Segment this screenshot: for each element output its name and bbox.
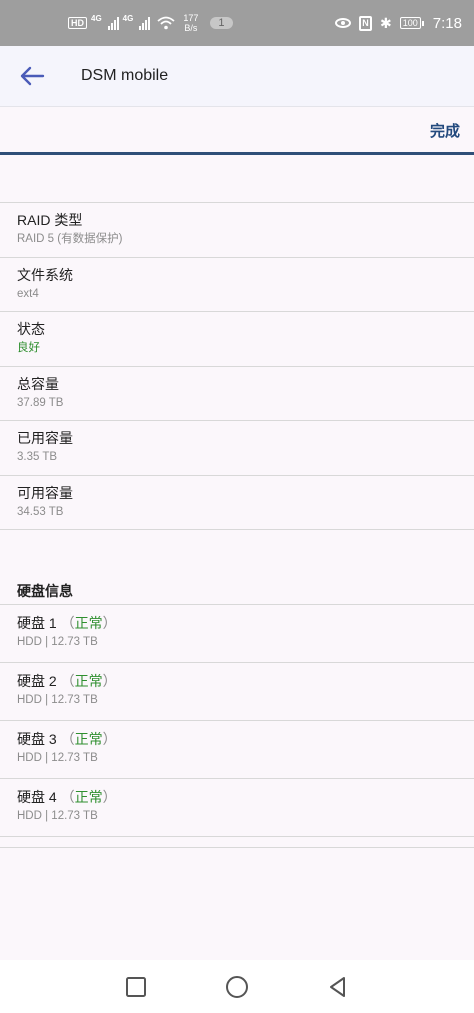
signal-icon-2: [139, 16, 151, 30]
triangle-back-icon: [330, 976, 346, 997]
disk-row-3[interactable]: 硬盘 3 （正常） HDD | 12.73 TB: [0, 721, 474, 779]
hd-icon: HD: [68, 17, 87, 29]
disk-list: 硬盘 1 （正常） HDD | 12.73 TB 硬盘 2 （正常） HDD |…: [0, 605, 474, 837]
disk-title: 硬盘 3 （正常）: [17, 729, 457, 749]
speed-value: 177: [183, 13, 199, 23]
paren-open: （: [60, 731, 75, 747]
info-value: 3.35 TB: [17, 451, 58, 463]
app-title: DSM mobile: [81, 67, 169, 84]
network-type-2: 4G: [122, 13, 134, 23]
info-label: 状态: [17, 321, 45, 337]
circle-icon: [225, 975, 248, 998]
paren-open: （: [60, 789, 75, 805]
disk-name: 硬盘 4: [17, 789, 57, 805]
info-row-status: 状态 良好: [0, 312, 474, 367]
battery-icon: 100: [399, 17, 424, 29]
disk-name: 硬盘 3: [17, 731, 57, 747]
done-toolbar: 完成: [0, 108, 474, 152]
status-left: HD 4G 4G 177 B/s 1: [68, 13, 233, 33]
disk-title: 硬盘 2 （正常）: [17, 671, 457, 691]
wifi-icon: [157, 16, 175, 30]
info-value: ext4: [17, 287, 39, 300]
arrow-left-icon: [20, 66, 45, 86]
info-label: 文件系统: [17, 266, 73, 283]
paren-close: ）: [102, 789, 117, 805]
nfc-icon: N: [359, 15, 373, 31]
disk-title: 硬盘 1 （正常）: [17, 613, 457, 633]
disk-status: 正常: [74, 673, 103, 689]
system-back-button[interactable]: [320, 969, 356, 1005]
info-value: 37.89 TB: [17, 396, 64, 409]
notification-count: 1: [210, 17, 233, 29]
info-row-used-capacity: 已用容量 3.35 TB: [0, 421, 474, 476]
volume-info-list: RAID 类型 RAID 5 (有数据保护) 文件系统 ext4 状态 良好 总…: [0, 202, 474, 530]
paren-close: ）: [102, 615, 117, 631]
status-value: 良好: [17, 342, 40, 354]
recents-button[interactable]: [118, 969, 154, 1005]
disk-row-4[interactable]: 硬盘 4 （正常） HDD | 12.73 TB: [0, 779, 474, 837]
section-title: 硬盘信息: [17, 583, 73, 599]
back-button[interactable]: [0, 46, 64, 107]
eye-icon: [335, 18, 352, 28]
disk-status: 正常: [74, 615, 103, 631]
bluetooth-icon: ✱: [380, 14, 392, 31]
paren-close: ）: [102, 731, 117, 747]
signal-icon: [107, 16, 119, 30]
app-bar: DSM mobile: [0, 46, 474, 107]
disk-name: 硬盘 2: [17, 673, 57, 689]
status-bar: HD 4G 4G 177 B/s 1 N ✱ 100 7:18: [0, 0, 474, 46]
info-row-total-capacity: 总容量 37.89 TB: [0, 366, 474, 421]
disk-detail: HDD | 12.73 TB: [17, 694, 98, 706]
status-right: N ✱ 100 7:18: [335, 15, 462, 32]
paren-close: ）: [102, 673, 117, 689]
info-row-filesystem: 文件系统 ext4: [0, 257, 474, 312]
disk-detail: HDD | 12.73 TB: [17, 810, 98, 822]
info-label: 可用容量: [17, 484, 73, 501]
top-spacer: [0, 155, 474, 202]
done-button[interactable]: 完成: [430, 120, 460, 141]
info-label: 总容量: [17, 375, 59, 392]
disk-row-1[interactable]: 硬盘 1 （正常） HDD | 12.73 TB: [0, 605, 474, 663]
disk-row-2[interactable]: 硬盘 2 （正常） HDD | 12.73 TB: [0, 663, 474, 721]
info-row-available-capacity: 可用容量 34.53 TB: [0, 475, 474, 530]
disk-section-header: 硬盘信息: [0, 530, 474, 605]
info-label: RAID 类型: [17, 212, 83, 228]
info-row-raid-type: RAID 类型 RAID 5 (有数据保护): [0, 203, 474, 258]
list-end-divider: [0, 847, 474, 848]
system-nav-bar: [0, 960, 474, 1013]
info-label: 已用容量: [17, 430, 73, 446]
info-value: RAID 5 (有数据保护): [17, 233, 123, 245]
disk-name: 硬盘 1: [17, 615, 57, 631]
paren-open: （: [60, 615, 75, 631]
disk-detail: HDD | 12.73 TB: [17, 636, 98, 648]
network-type-1: 4G: [91, 13, 102, 23]
disk-detail: HDD | 12.73 TB: [17, 752, 98, 764]
square-icon: [125, 976, 146, 997]
info-value: 34.53 TB: [17, 505, 64, 518]
disk-status: 正常: [74, 731, 103, 747]
clock: 7:18: [432, 14, 462, 32]
disk-status: 正常: [74, 789, 103, 805]
paren-open: （: [60, 673, 75, 689]
speed-unit: B/s: [184, 23, 198, 33]
disk-title: 硬盘 4 （正常）: [17, 787, 457, 807]
network-speed: 177 B/s: [183, 13, 198, 33]
home-button[interactable]: [219, 969, 255, 1005]
